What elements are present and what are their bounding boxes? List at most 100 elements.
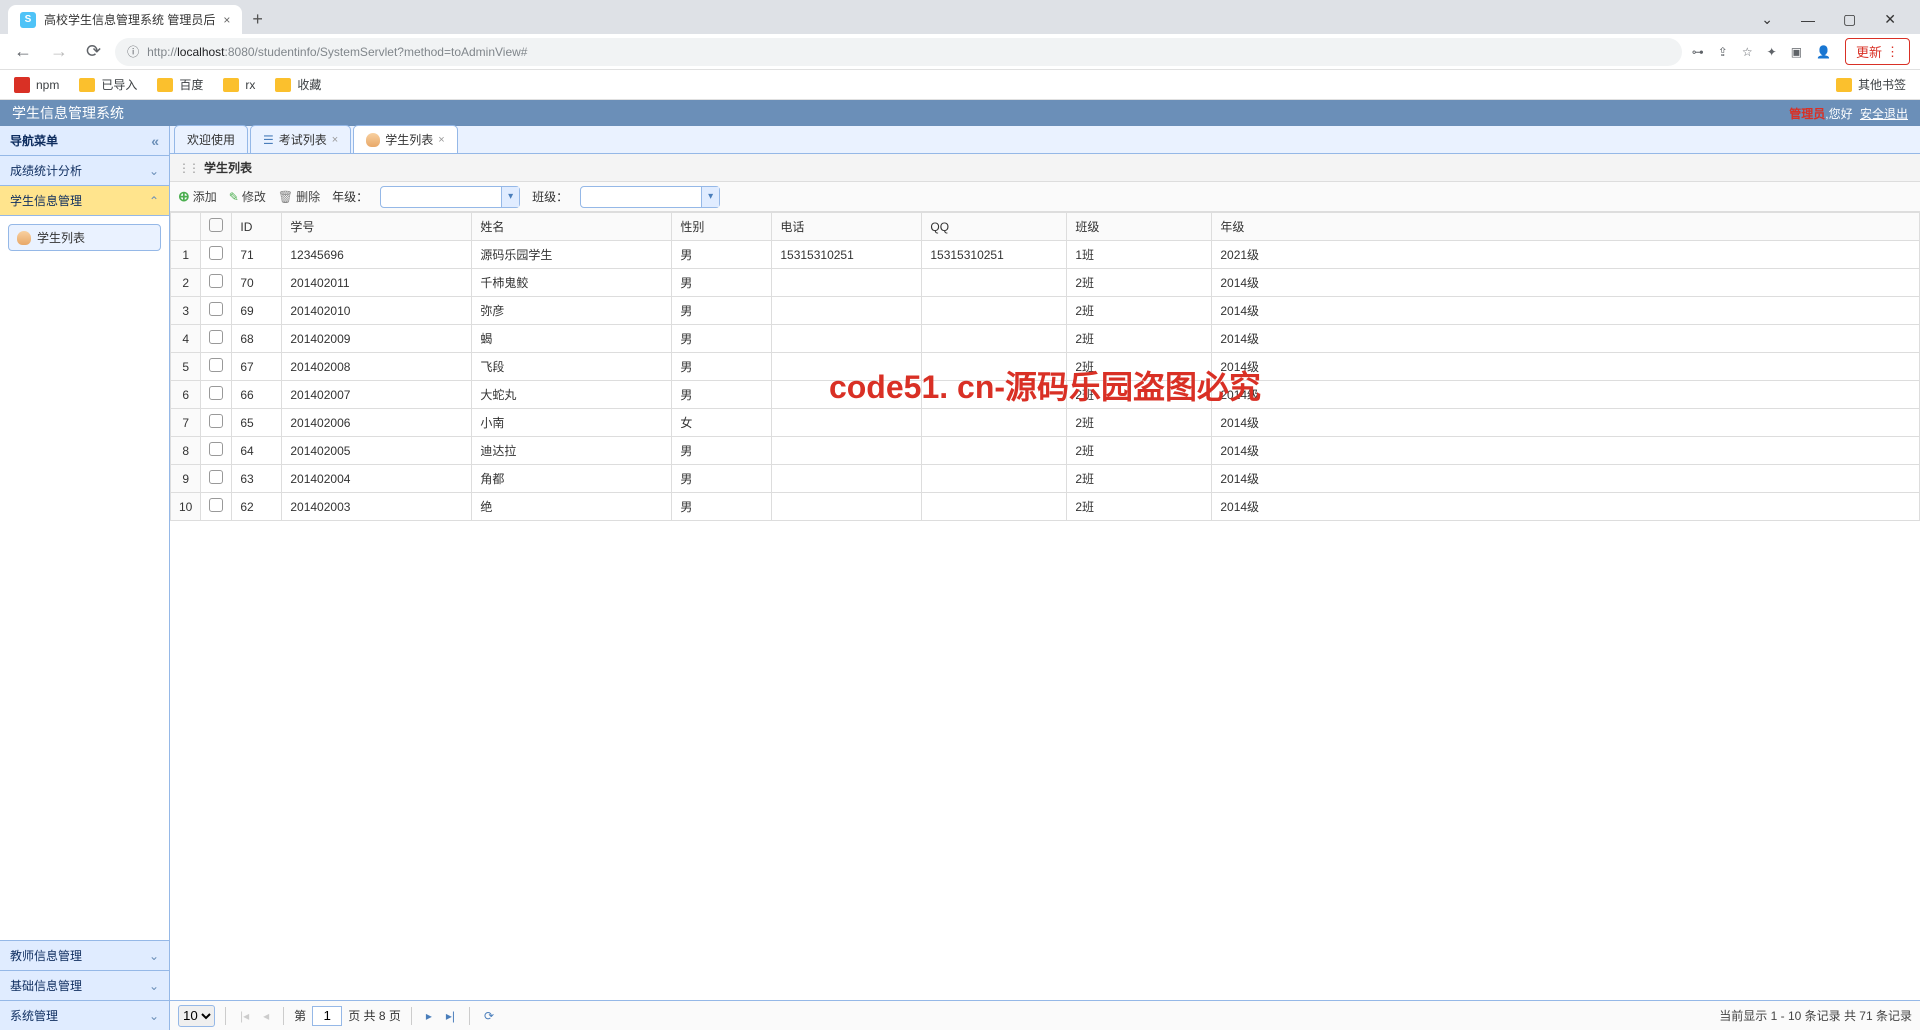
checkbox-cell: [201, 409, 232, 437]
page-suffix: 页 共 8 页: [348, 1007, 401, 1024]
tab-welcome[interactable]: 欢迎使用: [174, 125, 248, 153]
delete-button[interactable]: 🗑删除: [278, 188, 320, 205]
sidebar-section-student[interactable]: 学生信息管理⌃: [0, 186, 169, 216]
col-id[interactable]: ID: [232, 213, 282, 241]
update-button[interactable]: 更新 ⋮: [1845, 38, 1910, 65]
sidebar-body: 学生列表: [0, 216, 169, 940]
address-bar[interactable]: ⓘ http://localhost:8080/studentinfo/Syst…: [115, 38, 1682, 66]
checkbox[interactable]: [209, 274, 223, 288]
checkbox[interactable]: [209, 358, 223, 372]
first-page-icon[interactable]: |◂: [236, 1009, 253, 1023]
bookmark-imported[interactable]: 已导入: [79, 76, 137, 93]
star-icon[interactable]: ☆: [1742, 45, 1753, 59]
checkbox[interactable]: [209, 302, 223, 316]
checkbox[interactable]: [209, 414, 223, 428]
chevron-down-icon[interactable]: ⌄: [1761, 11, 1773, 28]
col-sex[interactable]: 性别: [672, 213, 772, 241]
share-icon[interactable]: ⇪: [1718, 45, 1728, 59]
checkbox[interactable]: [209, 246, 223, 260]
toolbar: ⊕添加 ✎修改 🗑删除 年级： ▾ 班级： ▾: [170, 182, 1920, 212]
cell-name: 千柿鬼鲛: [472, 269, 672, 297]
table-row[interactable]: 369201402010弥彦男2班2014级: [171, 297, 1920, 325]
sidebar-section-system[interactable]: 系统管理⌄: [0, 1000, 169, 1030]
plus-icon: ⊕: [178, 188, 190, 205]
refresh-icon[interactable]: ⟳: [480, 1009, 498, 1023]
bookmark-baidu[interactable]: 百度: [157, 76, 203, 93]
checkbox[interactable]: [209, 470, 223, 484]
chevron-down-icon: ⌄: [149, 164, 159, 178]
close-icon[interactable]: ×: [223, 13, 230, 27]
table-row[interactable]: 468201402009蝎男2班2014级: [171, 325, 1920, 353]
col-phone[interactable]: 电话: [772, 213, 922, 241]
next-page-icon[interactable]: ▸: [422, 1009, 436, 1023]
checkbox-cell: [201, 269, 232, 297]
cell-grade: 2014级: [1212, 437, 1920, 465]
cell-grade: 2014级: [1212, 493, 1920, 521]
grade-select[interactable]: ▾: [380, 186, 520, 208]
close-icon[interactable]: ×: [438, 134, 444, 146]
minimize-icon[interactable]: —: [1801, 12, 1815, 28]
cell-phone: [772, 269, 922, 297]
checkbox[interactable]: [209, 386, 223, 400]
tab-exam[interactable]: ☰考试列表×: [250, 125, 351, 153]
prev-page-icon[interactable]: ◂: [259, 1009, 273, 1023]
window-close-icon[interactable]: ✕: [1884, 11, 1896, 28]
table-row[interactable]: 765201402006小南女2班2014级: [171, 409, 1920, 437]
browser-tab[interactable]: S 高校学生信息管理系统 管理员后 ×: [8, 5, 242, 34]
maximize-icon[interactable]: ▢: [1843, 11, 1856, 28]
table-row[interactable]: 17112345696源码乐园学生男1531531025115315310251…: [171, 241, 1920, 269]
table-row[interactable]: 567201402008飞段男2班2014级: [171, 353, 1920, 381]
profile-icon[interactable]: 👤: [1816, 45, 1831, 59]
checkbox[interactable]: [209, 330, 223, 344]
sidebar-section-stats[interactable]: 成绩统计分析⌄: [0, 156, 169, 186]
table-row[interactable]: 270201402011千柿鬼鲛男2班2014级: [171, 269, 1920, 297]
cell-sno: 201402009: [282, 325, 472, 353]
sidebar-section-teacher[interactable]: 教师信息管理⌄: [0, 940, 169, 970]
class-select[interactable]: ▾: [580, 186, 720, 208]
col-class[interactable]: 班级: [1067, 213, 1212, 241]
sidebar-item-student-list[interactable]: 学生列表: [8, 224, 161, 251]
bookmark-npm[interactable]: npm: [14, 77, 59, 93]
col-qq[interactable]: QQ: [922, 213, 1067, 241]
checkbox[interactable]: [209, 498, 223, 512]
key-icon[interactable]: ⊶: [1692, 45, 1704, 59]
checkbox[interactable]: [209, 218, 223, 232]
data-table: ID 学号 姓名 性别 电话 QQ 班级 年级 17112345696源码乐园学…: [170, 212, 1920, 521]
col-sno[interactable]: 学号: [282, 213, 472, 241]
last-page-icon[interactable]: ▸|: [442, 1009, 459, 1023]
page-size-select[interactable]: 10: [178, 1005, 215, 1027]
add-button[interactable]: ⊕添加: [178, 188, 217, 205]
bookmark-fav[interactable]: 收藏: [275, 76, 321, 93]
close-icon[interactable]: ×: [332, 134, 338, 146]
table-row[interactable]: 963201402004角都男2班2014级: [171, 465, 1920, 493]
rownum-cell: 3: [171, 297, 201, 325]
sidebar-section-base[interactable]: 基础信息管理⌄: [0, 970, 169, 1000]
tab-student[interactable]: 学生列表×: [353, 125, 457, 153]
table-row[interactable]: 666201402007大蛇丸男2班2014级: [171, 381, 1920, 409]
sidepanel-icon[interactable]: ▣: [1791, 45, 1802, 59]
cell-name: 角都: [472, 465, 672, 493]
cell-name: 绝: [472, 493, 672, 521]
table-row[interactable]: 1062201402003绝男2班2014级: [171, 493, 1920, 521]
logout-link[interactable]: 安全退出: [1860, 107, 1908, 121]
cell-id: 66: [232, 381, 282, 409]
collapse-icon[interactable]: «: [151, 133, 159, 149]
col-grade[interactable]: 年级: [1212, 213, 1920, 241]
checkbox[interactable]: [209, 442, 223, 456]
reload-icon[interactable]: ⟳: [82, 41, 105, 62]
bookmark-rx[interactable]: rx: [223, 78, 255, 92]
checkbox-cell: [201, 493, 232, 521]
table-row[interactable]: 864201402005迪达拉男2班2014级: [171, 437, 1920, 465]
col-name[interactable]: 姓名: [472, 213, 672, 241]
cell-id: 65: [232, 409, 282, 437]
panel-header: ⋮⋮ 学生列表: [170, 154, 1920, 182]
other-bookmarks[interactable]: 其他书签: [1836, 76, 1906, 93]
list-icon: ☰: [263, 133, 274, 147]
new-tab-button[interactable]: +: [242, 5, 273, 34]
edit-button[interactable]: ✎修改: [229, 188, 266, 205]
cell-name: 迪达拉: [472, 437, 672, 465]
extensions-icon[interactable]: ✦: [1767, 45, 1777, 59]
info-icon[interactable]: ⓘ: [127, 43, 139, 60]
back-icon[interactable]: ←: [10, 41, 36, 62]
page-input[interactable]: [312, 1006, 342, 1026]
